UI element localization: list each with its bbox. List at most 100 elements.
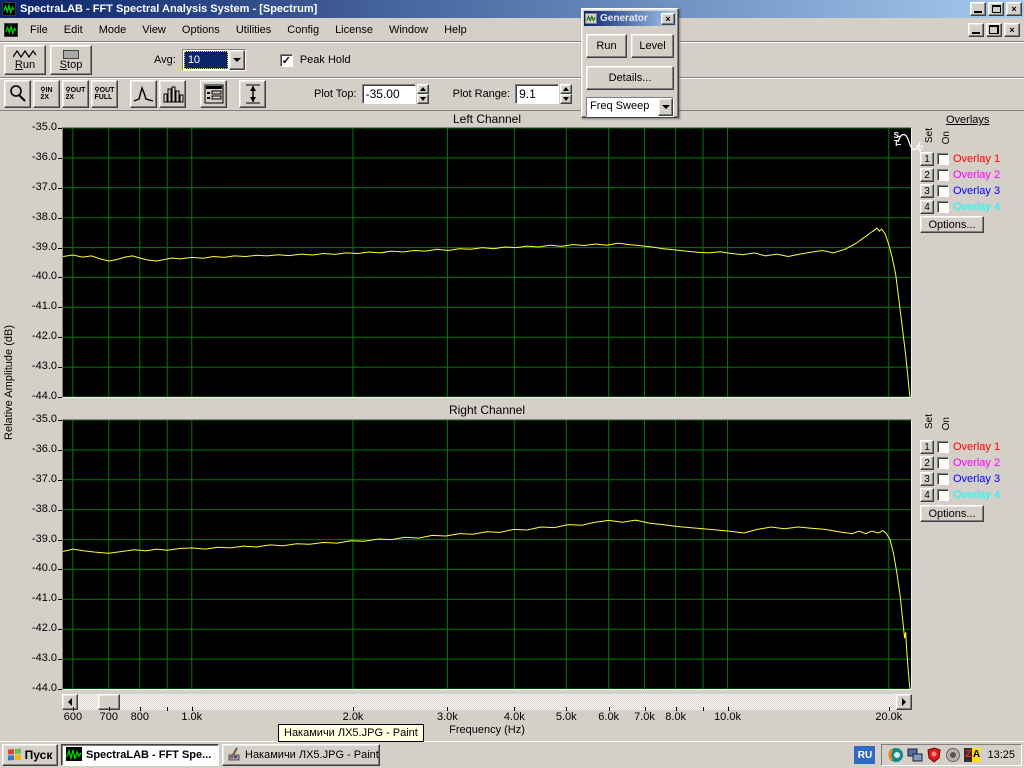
- system-tray: RU ZA 13:25: [854, 744, 1022, 766]
- menu-window[interactable]: Window: [381, 21, 436, 39]
- clock[interactable]: 13:25: [987, 749, 1015, 761]
- menu-file[interactable]: File: [22, 21, 56, 39]
- menu-view[interactable]: View: [134, 21, 174, 39]
- overlay-label-4: Overlay 4: [953, 201, 1000, 213]
- zoom-in-2x-button[interactable]: ⚲IN2X: [33, 80, 60, 108]
- y-tick-label: -38.0: [21, 211, 57, 223]
- plot-range-label: Plot Range:: [453, 88, 510, 100]
- start-button[interactable]: Пуск: [2, 744, 58, 766]
- plot-top-input[interactable]: -35.00: [362, 84, 416, 104]
- generator-title-bar[interactable]: Generator ×: [584, 11, 676, 26]
- overlay-set-button-1[interactable]: 1: [920, 440, 934, 454]
- overlay-on-checkbox-1[interactable]: [937, 153, 949, 165]
- mdi-close-button[interactable]: ×: [1004, 23, 1020, 37]
- overlay-set-button-2[interactable]: 2: [920, 168, 934, 182]
- overlay-on-checkbox-3[interactable]: [937, 185, 949, 197]
- x-tick-mark: [703, 707, 704, 711]
- overlay-label-1: Overlay 1: [953, 153, 1000, 165]
- plot-top-decrement-button[interactable]: [417, 94, 429, 104]
- antivirus-shield-icon[interactable]: [926, 747, 942, 763]
- zoom-out-full-button[interactable]: ⚲OUTFULL: [91, 80, 118, 108]
- overlay-set-button-3[interactable]: 3: [920, 472, 934, 486]
- overlay-set-button-4[interactable]: 4: [920, 200, 934, 214]
- menu-options[interactable]: Options: [174, 21, 228, 39]
- menu-help[interactable]: Help: [436, 21, 475, 39]
- frequency-scrollbar[interactable]: [62, 694, 912, 710]
- key-icon: ⚲IN2X: [40, 87, 52, 101]
- overlay-on-checkbox-4[interactable]: [937, 489, 949, 501]
- overlay-set-button-2[interactable]: 2: [920, 456, 934, 470]
- scroll-left-button[interactable]: [62, 694, 78, 710]
- mdi-minimize-button[interactable]: [968, 23, 984, 37]
- avg-dropdown-button[interactable]: [229, 50, 245, 70]
- language-indicator[interactable]: RU: [854, 746, 875, 764]
- display-options-button[interactable]: [200, 80, 227, 108]
- plot-range-increment-button[interactable]: [560, 84, 572, 94]
- stop-button-label: Stop: [60, 59, 83, 71]
- overlay-row: 4 Overlay 4: [920, 199, 1000, 215]
- spectralab-icon: [66, 747, 82, 764]
- generator-level-button[interactable]: Level: [631, 34, 674, 58]
- overlay-on-checkbox-2[interactable]: [937, 457, 949, 469]
- taskbar-task-spectralab[interactable]: SpectraLAB - FFT Spe...: [61, 744, 219, 766]
- x-tick-label: 8.0k: [654, 711, 698, 723]
- overlay-options-button[interactable]: Options...: [920, 505, 984, 522]
- menu-utilities[interactable]: Utilities: [228, 21, 279, 39]
- generator-details-button[interactable]: Details...: [586, 66, 674, 90]
- overlay-set-button-3[interactable]: 3: [920, 184, 934, 198]
- bar-view-button[interactable]: [159, 80, 186, 108]
- menu-edit[interactable]: Edit: [56, 21, 91, 39]
- y-tick-label: -39.0: [21, 533, 57, 545]
- zoom-button[interactable]: [4, 80, 31, 108]
- run-button[interactable]: Run: [4, 45, 46, 75]
- zonealarm-icon[interactable]: ZA: [964, 747, 980, 763]
- maximize-button[interactable]: [988, 2, 1004, 16]
- overlay-on-checkbox-1[interactable]: [937, 441, 949, 453]
- generator-mode-dropdown-button[interactable]: [658, 98, 673, 116]
- generator-mode-select[interactable]: Freq Sweep: [586, 97, 674, 117]
- menu-config[interactable]: Config: [279, 21, 327, 39]
- spectrum-view-button[interactable]: [130, 80, 157, 108]
- generator-dialog[interactable]: Generator × Run Level Details... Freq Sw…: [581, 8, 679, 118]
- plot-top-increment-button[interactable]: [417, 84, 429, 94]
- overlay-set-button-1[interactable]: 1: [920, 152, 934, 166]
- mdi-restore-button[interactable]: [986, 23, 1002, 37]
- overlay-on-checkbox-3[interactable]: [937, 473, 949, 485]
- media-player-icon[interactable]: [888, 747, 904, 763]
- stop-button[interactable]: Stop: [50, 45, 92, 75]
- menu-mode[interactable]: Mode: [91, 21, 135, 39]
- y-tick-mark: [58, 128, 62, 129]
- menu-license[interactable]: License: [327, 21, 381, 39]
- overlay-label-3: Overlay 3: [953, 185, 1000, 197]
- scroll-right-button[interactable]: [896, 694, 912, 710]
- right-channel-plot[interactable]: [62, 419, 912, 690]
- overlay-on-checkbox-4[interactable]: [937, 201, 949, 213]
- chevron-down-icon: [662, 105, 670, 109]
- network-icon[interactable]: [907, 747, 923, 763]
- volume-icon[interactable]: [945, 747, 961, 763]
- arrow-right-icon: [902, 698, 906, 706]
- avg-select[interactable]: 10: [182, 49, 246, 71]
- generator-close-button[interactable]: ×: [661, 13, 675, 25]
- peak-hold-checkbox[interactable]: ✓: [280, 54, 293, 67]
- overlay-options-button[interactable]: Options...: [920, 216, 984, 233]
- taskbar-task-paint[interactable]: Накамичи ЛХ5.JPG - Paint: [222, 744, 380, 766]
- close-button[interactable]: ×: [1006, 2, 1022, 16]
- generator-icon: [585, 13, 597, 24]
- y-tick-label: -42.0: [21, 330, 57, 342]
- x-tick-label: 20.0k: [867, 711, 911, 723]
- plot-range-decrement-button[interactable]: [560, 94, 572, 104]
- left-channel-plot[interactable]: S̶T̶: [62, 127, 912, 398]
- taskbar: Пуск SpectraLAB - FFT Spe...Накамичи ЛХ5…: [0, 741, 1024, 768]
- plot-range-input[interactable]: 9.1: [515, 84, 559, 104]
- scale-range-button[interactable]: [239, 80, 266, 108]
- generator-run-button[interactable]: Run: [586, 34, 627, 58]
- right-overlays-panel: Set On 1Overlay 12Overlay 23Overlay 34Ov…: [918, 412, 1022, 524]
- x-tick-mark: [167, 707, 168, 711]
- y-tick-mark: [58, 659, 62, 660]
- zoom-out-2x-button[interactable]: ⚲OUT2X: [62, 80, 89, 108]
- overlay-on-checkbox-2[interactable]: [937, 169, 949, 181]
- overlay-set-button-4[interactable]: 4: [920, 488, 934, 502]
- x-tick-label: 1.0k: [170, 711, 214, 723]
- minimize-button[interactable]: [970, 2, 986, 16]
